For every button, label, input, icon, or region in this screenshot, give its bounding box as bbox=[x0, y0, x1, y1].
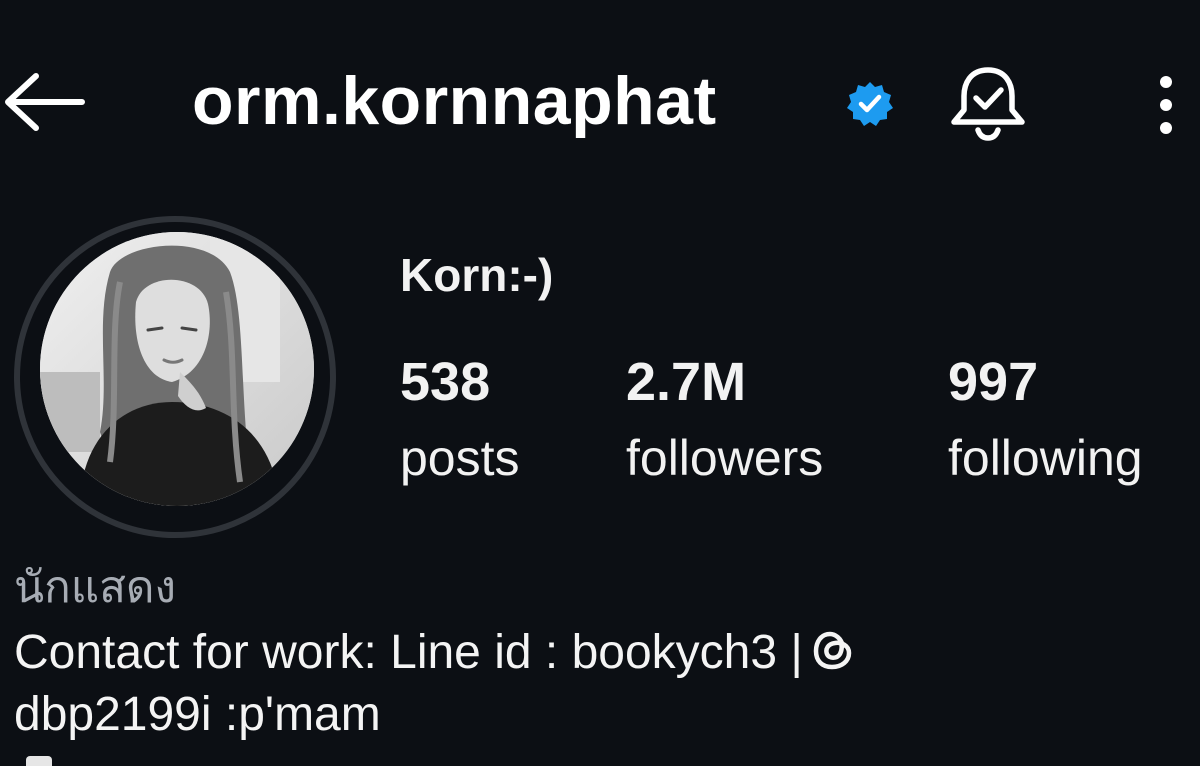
profile-header: orm.kornnaphat bbox=[0, 0, 1200, 200]
following-stat[interactable]: 997 following bbox=[948, 350, 1143, 488]
following-label: following bbox=[948, 430, 1143, 486]
posts-label: posts bbox=[400, 430, 520, 486]
profile-username: orm.kornnaphat bbox=[192, 63, 717, 139]
more-vertical-icon bbox=[1160, 76, 1172, 134]
notifications-button[interactable] bbox=[946, 64, 1030, 144]
more-options-button[interactable] bbox=[1140, 70, 1192, 140]
followers-count: 2.7M bbox=[626, 352, 747, 412]
profile-display-name: Korn:-) bbox=[400, 249, 554, 301]
profile-bio: Contact for work: Line id : bookych3 | d… bbox=[14, 622, 1194, 746]
bell-check-icon bbox=[951, 67, 1025, 141]
cropped-next-line bbox=[26, 756, 52, 766]
threads-icon[interactable] bbox=[809, 626, 857, 674]
bio-line-1: Contact for work: Line id : bookych3 | bbox=[14, 622, 1194, 684]
arrow-left-icon bbox=[5, 73, 85, 131]
bio-line-1-text: Contact for work: Line id : bookych3 | bbox=[14, 626, 803, 679]
posts-count: 538 bbox=[400, 352, 491, 412]
back-button[interactable] bbox=[0, 70, 90, 134]
following-count: 997 bbox=[948, 352, 1039, 412]
posts-stat[interactable]: 538 posts bbox=[400, 350, 520, 488]
followers-stat[interactable]: 2.7M followers bbox=[626, 350, 823, 488]
followers-label: followers bbox=[626, 430, 824, 486]
profile-photo bbox=[40, 232, 314, 506]
avatar[interactable] bbox=[40, 232, 314, 506]
profile-category: นักแสดง bbox=[14, 562, 176, 613]
verified-badge-icon bbox=[846, 80, 894, 128]
bio-line-2: dbp2199i :p'mam bbox=[14, 688, 381, 741]
